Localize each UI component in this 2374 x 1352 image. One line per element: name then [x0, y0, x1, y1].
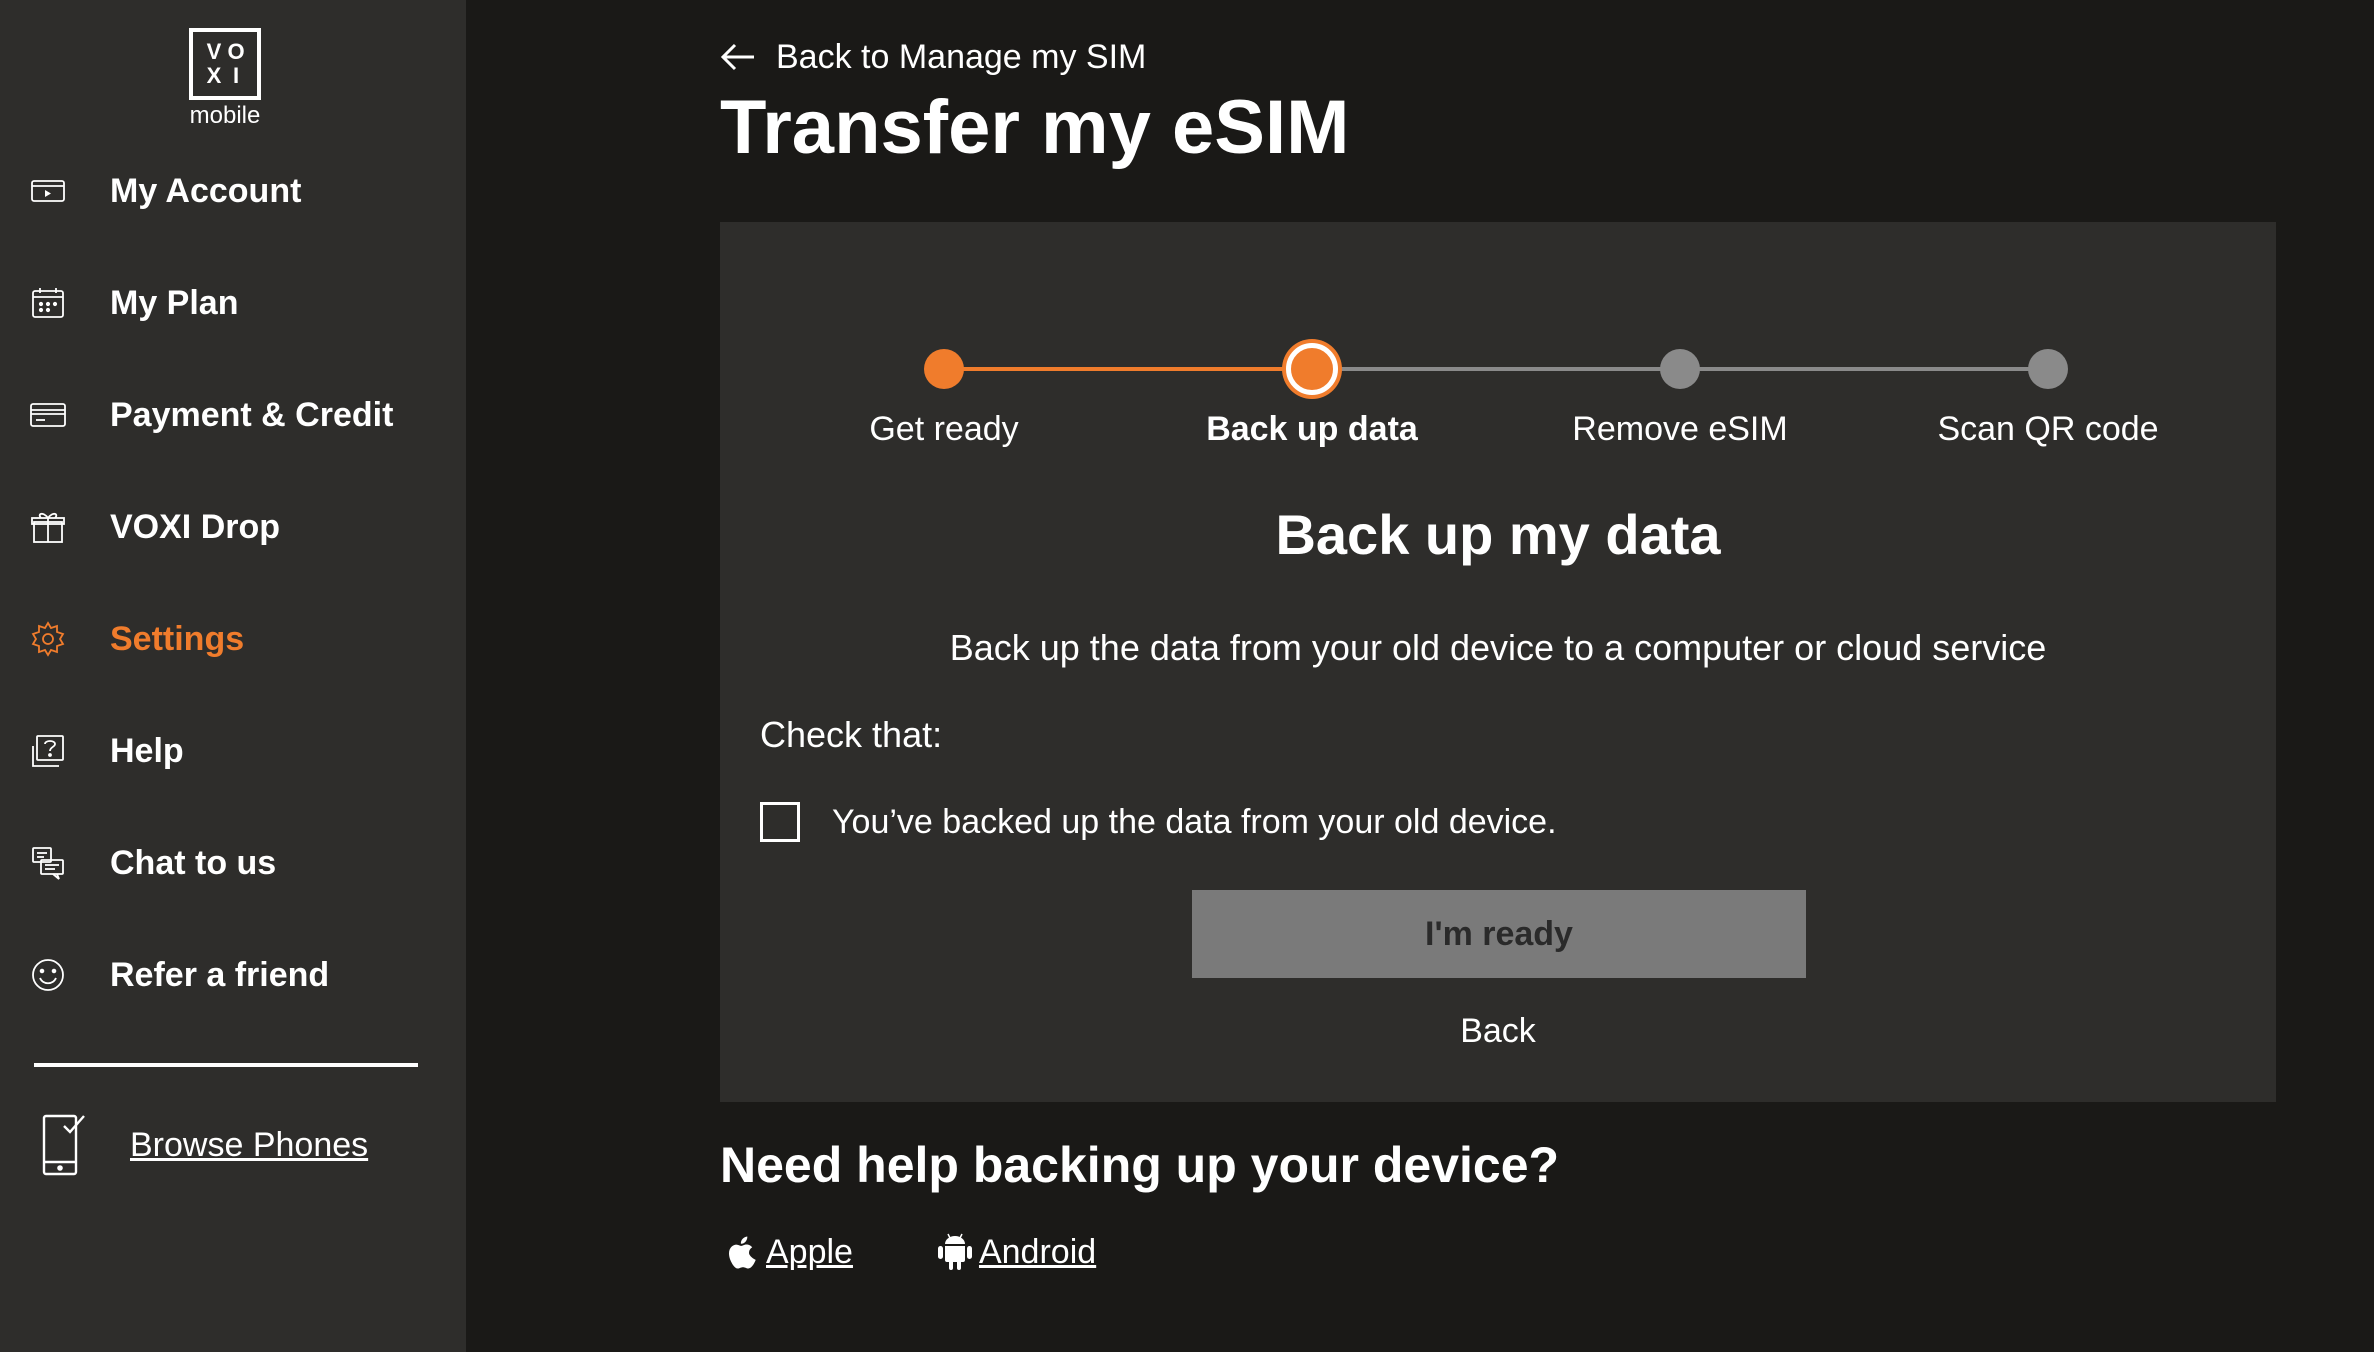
sidebar-item-label: My Plan	[110, 283, 239, 322]
gift-icon	[28, 507, 68, 547]
logo-mark: V O X I	[189, 28, 261, 100]
sidebar-item-chat[interactable]: Chat to us	[0, 828, 466, 898]
sidebar-item-refer-friend[interactable]: Refer a friend	[0, 940, 466, 1010]
step-dot-current	[1286, 343, 1338, 395]
back-link-label: Back to Manage my SIM	[776, 37, 1147, 76]
progress-stepper: Get ready Back up data Remove eSIM Scan …	[720, 222, 2276, 482]
step-label: Remove eSIM	[1572, 410, 1788, 448]
account-card-icon	[28, 171, 68, 211]
voxi-logo[interactable]: V O X I mobile	[186, 28, 264, 130]
help-links: Apple Android	[724, 1232, 1180, 1272]
apple-icon	[729, 1236, 756, 1269]
sidebar-item-label: Help	[110, 731, 184, 770]
logo-letter: X	[206, 63, 222, 88]
section-title: Back up my data	[1275, 503, 1721, 566]
section-description: Back up the data from your old device to…	[949, 627, 2047, 668]
backup-confirm-checkbox-row[interactable]: You’ve backed up the data from your old …	[760, 802, 1557, 842]
apple-link-label: Apple	[766, 1232, 853, 1271]
chat-icon	[28, 843, 68, 883]
sidebar: V O X I mobile My Account My Plan Paymen…	[0, 0, 466, 1352]
android-icon	[937, 1233, 972, 1270]
calendar-icon	[28, 283, 68, 323]
apple-help-link[interactable]: Apple	[724, 1232, 853, 1272]
page-title: Transfer my eSIM	[720, 85, 1350, 170]
sidebar-item-label: Chat to us	[110, 843, 277, 882]
sidebar-item-label: Payment & Credit	[110, 395, 394, 434]
android-help-link[interactable]: Android	[937, 1232, 1096, 1272]
back-to-manage-sim-link[interactable]: Back to Manage my SIM	[720, 32, 1146, 82]
arrow-left-icon	[720, 43, 754, 71]
sidebar-item-voxi-drop[interactable]: VOXI Drop	[0, 492, 466, 562]
sidebar-item-payment-credit[interactable]: Payment & Credit	[0, 380, 466, 450]
backup-confirm-checkbox[interactable]	[760, 802, 800, 842]
check-heading: Check that:	[760, 714, 943, 755]
step-label: Get ready	[869, 410, 1019, 448]
sidebar-item-label: Refer a friend	[110, 955, 330, 994]
help-title: Need help backing up your device?	[720, 1137, 1560, 1193]
step-connector	[1312, 367, 1680, 371]
phone-check-icon	[42, 1114, 85, 1176]
transfer-card: Get ready Back up data Remove eSIM Scan …	[720, 222, 2276, 1102]
gear-icon	[28, 619, 68, 659]
step-connector	[1680, 367, 2048, 371]
checkbox-label: You’ve backed up the data from your old …	[832, 802, 1557, 841]
step-label: Scan QR code	[1937, 410, 2159, 448]
android-link-label: Android	[978, 1232, 1097, 1271]
sidebar-item-my-account[interactable]: My Account	[0, 156, 466, 226]
logo-subtitle: mobile	[189, 102, 261, 129]
logo-letter: V	[206, 39, 222, 64]
sidebar-item-label: Settings	[110, 619, 245, 658]
step-dot-pending	[2028, 349, 2068, 389]
help-icon	[28, 731, 68, 771]
step-connector	[944, 367, 1312, 371]
im-ready-button[interactable]: I'm ready	[1192, 890, 1806, 978]
logo-letter: O	[227, 39, 245, 64]
smiley-icon	[28, 955, 68, 995]
browse-phones[interactable]: Browse Phones	[40, 1100, 368, 1190]
step-dot-done	[924, 349, 964, 389]
back-button[interactable]: Back	[1390, 1012, 1606, 1051]
step-dot-pending	[1660, 349, 1700, 389]
sidebar-item-label: VOXI Drop	[110, 507, 281, 546]
sidebar-divider	[34, 1063, 418, 1067]
step-label-current: Back up data	[1206, 410, 1418, 448]
sidebar-item-my-plan[interactable]: My Plan	[0, 268, 466, 338]
browse-phones-link[interactable]: Browse Phones	[130, 1126, 368, 1165]
sidebar-item-settings[interactable]: Settings	[0, 604, 466, 674]
sidebar-item-label: My Account	[110, 171, 302, 210]
credit-card-icon	[28, 395, 68, 435]
sidebar-item-help[interactable]: Help	[0, 716, 466, 786]
logo-letter: I	[232, 63, 240, 88]
